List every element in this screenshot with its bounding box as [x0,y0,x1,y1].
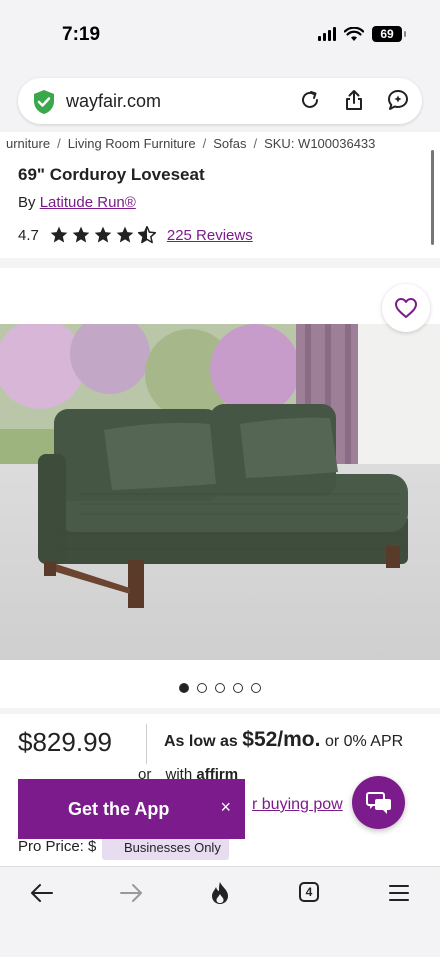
heart-icon [395,298,417,318]
carousel-dots [0,683,440,693]
brand-line: By Latitude Run® [18,194,136,211]
address-bar[interactable]: wayfair.com [18,78,422,124]
apr-text: or 0% APR [324,733,404,750]
star-icon [94,226,112,243]
product-price: $829.99 [18,727,112,757]
breadcrumb-item[interactable]: urniture [6,136,50,151]
chat-plus-icon[interactable] [386,88,410,112]
image-gallery[interactable] [0,268,440,708]
reload-icon[interactable] [298,88,322,112]
product-image[interactable] [0,324,440,660]
shield-check-icon [34,90,54,114]
status-icons: 69 [318,26,406,42]
half-star-icon [137,225,156,244]
chat-icon [365,791,391,814]
wifi-icon [344,26,364,41]
breadcrumb: urniture / Living Room Furniture / Sofas / SKU… [6,136,376,151]
menu-icon[interactable] [388,883,410,903]
carousel-dot[interactable] [197,683,207,693]
low-as-label: As low as [164,733,238,750]
carousel-dot[interactable] [215,683,225,693]
close-banner-button[interactable]: × [220,797,231,818]
star-icon [116,226,134,243]
chat-button[interactable] [352,776,405,829]
url-text: wayfair.com [66,91,162,111]
rating-row: 4.7 225 Reviews [18,225,253,245]
share-icon[interactable] [342,88,366,112]
star-icon [50,226,68,243]
signal-icon [318,27,336,41]
buying-power-link[interactable]: r buying pow [252,796,343,814]
forward-icon[interactable] [119,883,143,903]
pro-price-label: Pro Price: $ [18,838,97,855]
tabs-button[interactable]: 4 [299,882,319,902]
price-divider [146,724,147,764]
breadcrumb-item[interactable]: Sofas [213,136,246,151]
status-time: 7:19 [62,24,101,45]
browser-toolbar: 4 [0,866,440,957]
get-app-label: Get the App [68,798,170,819]
by-label: By [18,194,36,211]
scrollbar[interactable] [431,150,434,245]
section-divider [0,708,440,714]
reviews-link[interactable]: 225 Reviews [167,227,253,244]
back-icon[interactable] [30,883,54,903]
carousel-dot[interactable] [233,683,243,693]
brand-link[interactable]: Latitude Run® [40,194,136,211]
product-title: 69" Corduroy Loveseat [18,165,205,184]
browser-chrome: wayfair.com [0,70,440,132]
flame-icon[interactable] [209,881,231,905]
breadcrumb-item[interactable]: Living Room Furniture [68,136,196,151]
rating-value: 4.7 [18,226,39,244]
carousel-dot[interactable] [251,683,261,693]
get-app-banner[interactable]: Get the App × [18,779,245,839]
carousel-dot[interactable] [179,683,189,693]
monthly-amount: $52/mo. [242,728,321,751]
star-icon [72,226,90,243]
breadcrumb-sku: SKU: W100036433 [264,136,376,151]
businesses-only-badge[interactable]: Businesses Only [102,836,229,860]
favorite-button[interactable] [382,284,430,332]
status-bar: 7:19 69 [0,0,440,70]
star-rating [49,225,157,245]
financing-text: As low as $52/mo. or 0% APR [164,728,403,752]
battery-icon: 69 [372,26,406,42]
section-divider [0,258,440,268]
